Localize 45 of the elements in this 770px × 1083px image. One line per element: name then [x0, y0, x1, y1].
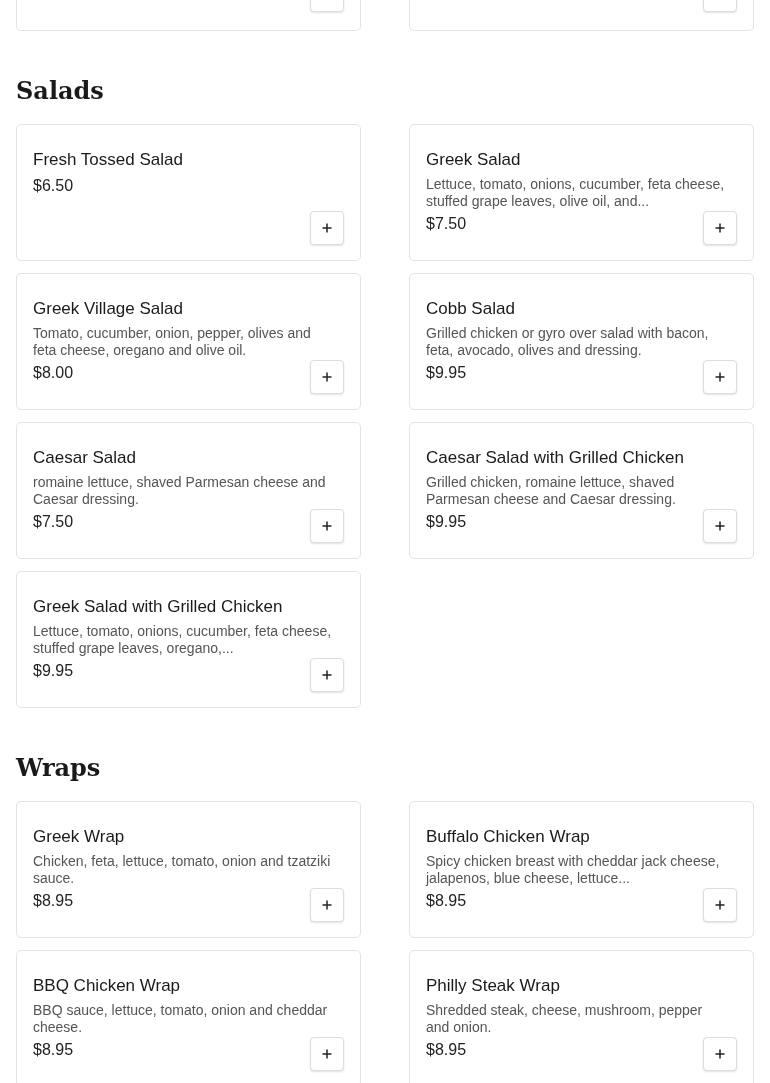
item-price: $7.50 — [426, 214, 467, 234]
plus-icon — [322, 670, 332, 680]
plus-icon — [715, 1049, 725, 1059]
item-name: Greek Village Salad — [33, 299, 184, 319]
item-name: Caesar Salad with Grilled Chicken — [426, 448, 685, 468]
item-description: BBQ sauce, lettuce, tomato, onion and cheddar cheese. — [33, 1002, 329, 1036]
plus-icon — [322, 223, 332, 233]
item-description: Spicy chicken breast with cheddar jack cheese, jalapenos, blue cheese, lettuce... — [426, 853, 721, 887]
plus-icon — [322, 900, 332, 910]
item-price: $8.95 — [426, 1040, 467, 1060]
item-description: Chicken, feta, lettuce, tomato, onion and tzatziki sauce. — [33, 853, 332, 887]
section-heading: Wraps — [16, 753, 102, 783]
item-name: Caesar Salad — [33, 448, 137, 468]
item-name: Greek Wrap — [33, 827, 126, 847]
item-description: Lettuce, tomato, onions, cucumber, feta cheese, stuffed grape leaves, oregano,... — [33, 623, 333, 657]
item-price: $8.95 — [33, 1040, 74, 1060]
item-price: $8.95 — [426, 891, 467, 911]
item-price: $7.50 — [33, 512, 74, 532]
item-name: Cobb Salad — [426, 299, 516, 319]
plus-icon — [322, 372, 332, 382]
item-description: romaine lettuce, shaved Parmesan cheese and Caesar dressing. — [33, 474, 327, 508]
item-name: Philly Steak Wrap — [426, 976, 561, 996]
section-heading: Salads — [16, 76, 105, 106]
item-name: Buffalo Chicken Wrap — [426, 827, 591, 847]
item-name: Fresh Tossed Salad — [33, 150, 184, 170]
plus-icon — [715, 521, 725, 531]
item-price: $9.95 — [426, 512, 467, 532]
plus-icon — [322, 1049, 332, 1059]
item-description: Grilled chicken or gyro over salad with bacon, feta, avocado, olives and dressing. — [426, 325, 710, 359]
plus-icon — [715, 372, 725, 382]
item-description: Lettuce, tomato, onions, cucumber, feta cheese, stuffed grape leaves, olive oil, and... — [426, 176, 726, 210]
item-price: $8.00 — [33, 363, 74, 383]
item-description: Tomato, cucumber, onion, pepper, olives and feta cheese, oregano and olive oil. — [33, 325, 312, 359]
item-price: $9.95 — [33, 661, 74, 681]
item-name: BBQ Chicken Wrap — [33, 976, 182, 996]
item-description: Grilled chicken, romaine lettuce, shaved Parmesan cheese and Caesar dressing. — [426, 474, 677, 508]
item-description: Shredded steak, cheese, mushroom, pepper and onion. — [426, 1002, 704, 1036]
item-name: Greek Salad with Grilled Chicken — [33, 597, 284, 617]
plus-icon — [715, 900, 725, 910]
plus-icon — [322, 521, 332, 531]
item-price: $6.50 — [33, 176, 74, 196]
item-price: $8.95 — [33, 891, 74, 911]
item-price: $9.95 — [426, 363, 467, 383]
item-name: Greek Salad — [426, 150, 522, 170]
plus-icon — [715, 223, 725, 233]
